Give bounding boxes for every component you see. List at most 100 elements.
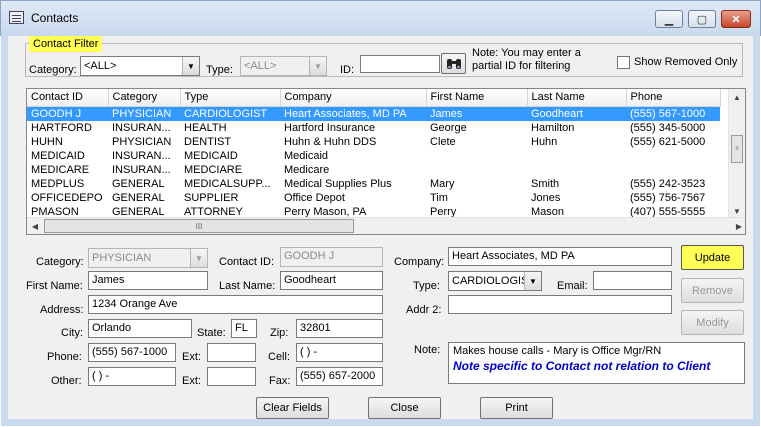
table-cell: HUHN [31,135,63,148]
update-button-label: Update [694,251,731,264]
grid-column-header[interactable]: Category [108,89,181,107]
table-cell: MEDPLUS [31,177,85,190]
type-select[interactable]: CARDIOLOGIS ▼ [448,271,542,291]
table-row[interactable]: MEDPLUS GENERAL MEDICALSUPP... Medical Supp… [27,177,720,191]
chevron-down-icon[interactable]: ▼ [190,249,207,267]
minimize-icon: ▁ [664,13,674,26]
close-window-button[interactable]: ✕ [721,10,751,28]
cell-label: Cell: [268,351,291,363]
filter-type-select[interactable]: <ALL> ▼ [240,56,327,76]
type-value: CARDIOLOGIS [452,275,529,287]
modify-button[interactable]: Modify [681,310,744,335]
table-cell: CARDIOLOGIST [180,106,280,121]
app-icon [9,11,24,24]
ext-label: Ext: [182,351,201,363]
grid-horizontal-scrollbar[interactable]: ◀ III ▶ [27,217,745,234]
table-cell: (555) 242-3523 [630,177,706,190]
filter-category-select[interactable]: <ALL> ▼ [80,56,200,76]
table-row[interactable]: HUHN PHYSICIAN DENTIST Huhn & Huhn DDS Clete… [27,135,720,149]
grid-column-header[interactable]: Last Name [527,89,627,107]
last-name-label: Last Name: [219,280,276,292]
maximize-button[interactable]: ▢ [688,10,716,28]
table-row[interactable]: OFFICEDEPO GENERAL SUPPLIER Office Depot Tim… [27,191,720,205]
chevron-down-icon[interactable]: ▼ [182,57,199,75]
note-label: Note: [414,344,441,356]
grid-column-header[interactable]: Phone [626,89,721,107]
ext-field[interactable] [207,343,256,362]
other-phone-field[interactable]: ( ) - [88,367,176,386]
print-button[interactable]: Print [480,397,553,419]
minimize-button[interactable]: ▁ [655,10,683,28]
grid-header-row: Contact ID Category Type Company First Name L… [27,89,721,107]
table-row[interactable]: GOODH J PHYSICIAN CARDIOLOGIST Heart Associ… [27,106,720,121]
note-field[interactable]: Makes house calls - Mary is Office Mgr/R… [448,342,745,384]
scroll-up-icon[interactable]: ▲ [729,89,745,105]
table-cell: GENERAL [112,191,165,204]
modify-button-label: Modify [696,316,729,329]
state-field[interactable]: FL [231,319,257,338]
contact-id-field[interactable]: GOODH J [280,247,383,267]
remove-button[interactable]: Remove [681,278,744,303]
last-name-field[interactable]: Goodheart [280,271,383,290]
table-cell: (555) 621-5000 [630,135,706,148]
filter-id-label: ID: [340,64,355,76]
close-button[interactable]: Close [368,397,441,419]
ext2-field[interactable] [207,367,256,386]
fax-label: Fax: [269,375,291,387]
table-cell: Medicaid [284,149,329,162]
chevron-down-icon[interactable]: ▼ [309,57,326,75]
table-row[interactable]: MEDICAID INSURAN... MEDICAID Medicaid [27,149,720,163]
scroll-thumb[interactable]: ≡ [731,135,743,163]
filter-id-input[interactable] [360,55,440,73]
clear-fields-button[interactable]: Clear Fields [256,397,329,419]
zip-field[interactable]: 32801 [296,319,383,338]
binoculars-icon [446,59,461,69]
phone-field[interactable]: (555) 567-1000 [88,343,176,362]
addr2-field[interactable] [448,295,672,314]
city-field[interactable]: Orlando [88,319,192,338]
email-field[interactable] [593,271,672,290]
table-cell [527,149,626,163]
update-button[interactable]: Update [681,245,744,270]
table-cell: MEDICARE [31,163,90,176]
grid-vertical-scrollbar[interactable]: ▲ ≡ ▼ [728,89,745,219]
scroll-left-icon[interactable]: ◀ [27,218,43,234]
filter-note: Note: You may enter a partial ID for fil… [472,47,581,72]
table-cell: Office Depot [284,191,345,204]
grid-column-header[interactable]: First Name [426,89,528,107]
grid-column-header[interactable]: Type [180,89,281,107]
scroll-thumb[interactable]: III [44,219,354,233]
chevron-down-icon[interactable]: ▼ [524,272,541,290]
cell-field[interactable]: ( ) - [296,343,383,362]
remove-button-label: Remove [692,284,733,297]
table-cell: Hartford Insurance [284,121,376,134]
fax-field[interactable]: (555) 657-2000 [296,367,383,386]
show-removed-checkbox[interactable] [617,56,630,69]
table-row[interactable]: MEDICARE INSURAN... MEDCIARE Medicare [27,163,720,177]
table-cell: James [426,106,527,121]
first-name-label: First Name: [26,280,83,292]
email-label: Email: [557,280,588,292]
table-cell [626,163,720,177]
grid-column-header[interactable]: Contact ID [27,89,109,107]
company-field[interactable]: Heart Associates, MD PA [448,247,672,266]
table-cell: Jones [531,191,561,204]
table-cell: INSURAN... [112,163,171,176]
table-cell: PHYSICIAN [108,106,180,121]
print-button-label: Print [505,402,528,414]
table-cell: Huhn [531,135,558,148]
grid-column-header[interactable]: Company [280,89,427,107]
contacts-grid: Contact ID Category Type Company First Name L… [26,88,746,235]
table-cell: Mary [430,177,455,190]
table-cell: SUPPLIER [184,191,239,204]
addr2-label: Addr 2: [406,304,442,316]
category-select[interactable]: PHYSICIAN ▼ [88,248,208,268]
city-label: City: [61,327,83,339]
address-field[interactable]: 1234 Orange Ave [88,295,383,314]
find-button[interactable] [441,53,466,74]
table-row[interactable]: HARTFORD INSURAN... HEALTH Hartford Insuran… [27,121,720,135]
first-name-field[interactable]: James [88,271,208,290]
window-title: Contacts [31,11,79,25]
scroll-right-icon[interactable]: ▶ [731,218,745,234]
table-cell: Clete [430,135,456,148]
